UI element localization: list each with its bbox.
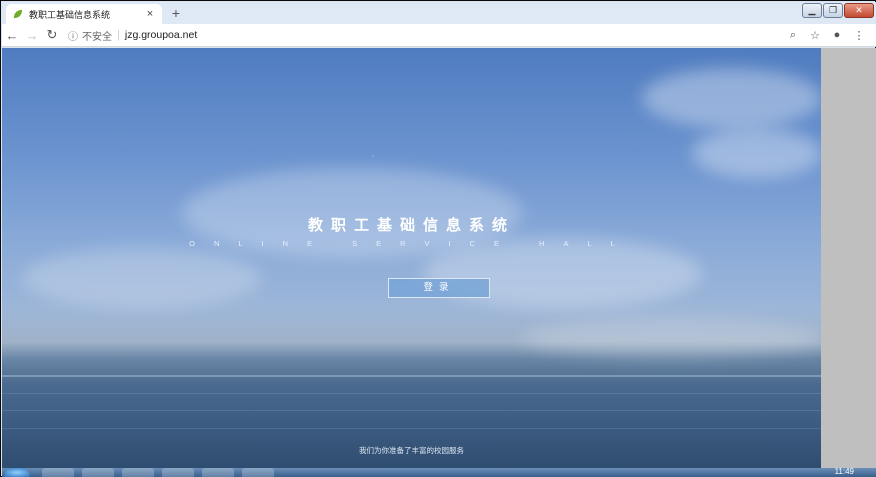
start-button[interactable] — [4, 468, 30, 477]
reload-icon[interactable]: ↻ — [42, 27, 62, 43]
cloud — [692, 128, 821, 178]
sea-texture — [2, 410, 821, 411]
account-icon[interactable]: ● — [830, 29, 844, 42]
toolbar-actions: ⌕ ☆ ● ⋮ — [786, 29, 866, 42]
cloud — [22, 248, 262, 308]
footer-text: 我们为你准备了丰富的校园服务 — [359, 446, 464, 455]
security-label: 不安全 — [82, 31, 112, 43]
taskbar-app[interactable] — [242, 468, 274, 477]
horizon-line — [2, 375, 821, 377]
page-viewport: ◦ 教职工基础信息系统 ONLINE SERVICE HALL 登录 我们为你准… — [2, 48, 821, 468]
taskbar-chrome[interactable] — [42, 468, 74, 477]
window-controls: ▁ ❐ ✕ — [802, 3, 874, 19]
taskbar-app[interactable] — [122, 468, 154, 477]
cloud — [642, 68, 821, 128]
info-icon[interactable]: ⓘ — [68, 28, 78, 43]
forward-icon[interactable]: → — [22, 28, 42, 43]
maximize-button[interactable]: ❐ — [823, 3, 843, 18]
browser-toolbar: ← → ↻ ⓘ 不安全 | jzg.groupoa.net ⌕ ☆ ● ⋮ — [2, 24, 876, 47]
tab-title: 教职工基础信息系统 — [29, 9, 111, 20]
menu-icon[interactable]: ⋮ — [852, 29, 866, 42]
sea-texture — [2, 393, 821, 394]
close-window-button[interactable]: ✕ — [844, 3, 874, 18]
sea-texture — [2, 428, 821, 429]
address-divider: | — [117, 29, 120, 41]
page-subtitle: ONLINE SERVICE HALL — [189, 239, 634, 248]
leaf-icon — [13, 9, 23, 18]
page-title: 教职工基础信息系统 — [307, 217, 515, 234]
cloud — [522, 318, 821, 358]
tab-strip: 教职工基础信息系统 × + ▁ ❐ ✕ — [2, 2, 876, 24]
url-text[interactable]: jzg.groupoa.net — [125, 29, 197, 41]
taskbar-app[interactable] — [202, 468, 234, 477]
back-icon[interactable]: ← — [2, 28, 22, 43]
new-tab-button[interactable]: + — [168, 6, 184, 22]
bookmark-star-icon[interactable]: ☆ — [808, 29, 822, 42]
sparkle-icon: ◦ — [372, 154, 375, 160]
zoom-icon[interactable]: ⌕ — [786, 29, 800, 42]
windows-taskbar: 11:49 — [2, 468, 876, 477]
browser-window: 教职工基础信息系统 × + ▁ ❐ ✕ ← → ↻ ⓘ 不安全 | jzg.gr… — [0, 0, 876, 477]
taskbar-app[interactable] — [162, 468, 194, 477]
page-scrollbar[interactable] — [821, 48, 876, 468]
tab-close-icon[interactable]: × — [144, 8, 156, 20]
taskbar-app[interactable] — [82, 468, 114, 477]
taskbar-clock[interactable]: 11:49 — [835, 468, 854, 476]
minimize-button[interactable]: ▁ — [802, 3, 822, 18]
tab-active[interactable]: 教职工基础信息系统 × — [6, 4, 162, 24]
address-bar[interactable]: ⓘ 不安全 | jzg.groupoa.net — [68, 26, 786, 45]
login-button[interactable]: 登录 — [388, 278, 490, 298]
